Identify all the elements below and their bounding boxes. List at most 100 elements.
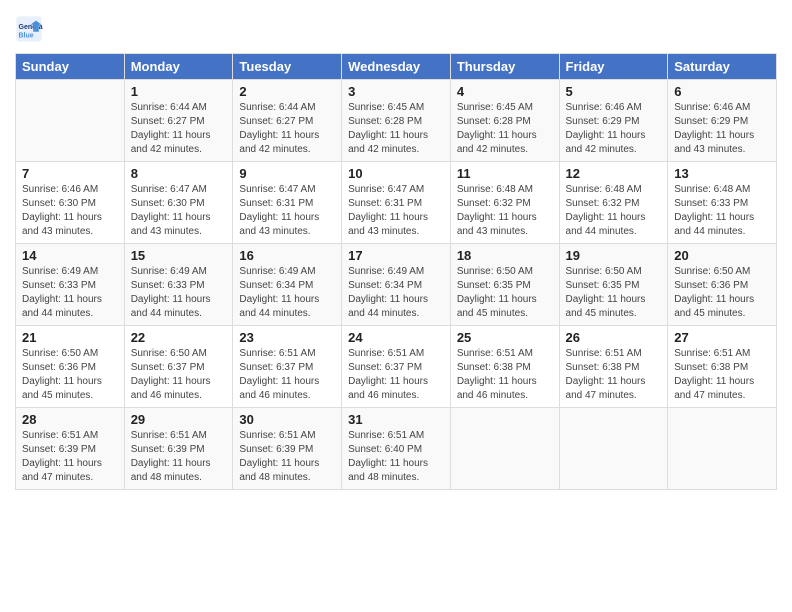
page-container: General Blue SundayMondayTuesdayWednesda…: [0, 0, 792, 500]
day-number: 29: [131, 412, 227, 427]
day-info: Sunrise: 6:51 AM Sunset: 6:40 PM Dayligh…: [348, 429, 444, 485]
calendar-cell: 13Sunrise: 6:48 AM Sunset: 6:33 PM Dayli…: [668, 162, 777, 244]
calendar-cell: 5 Sunrise: 6:46 AM Sunset: 6:29 PM Daylig…: [559, 80, 668, 162]
header: General Blue: [15, 15, 777, 43]
day-info: Sunrise: 6:48 AM Sunset: 6:32 PM Dayligh…: [457, 183, 553, 239]
day-number: 23: [239, 330, 335, 345]
day-header-sunday: Sunday: [16, 54, 125, 80]
day-info: Sunrise: 6:51 AM Sunset: 6:38 PM Dayligh…: [457, 347, 553, 403]
calendar-cell: [450, 408, 559, 490]
calendar-cell: 24 Sunrise: 6:51 AM Sunset: 6:37 PM Dayli…: [342, 326, 451, 408]
calendar-cell: 9Sunrise: 6:47 AM Sunset: 6:31 PM Daylig…: [233, 162, 342, 244]
calendar-cell: 15 Sunrise: 6:49 AM Sunset: 6:33 PM Dayli…: [124, 244, 233, 326]
day-number: 18: [457, 248, 553, 263]
day-info: Sunrise: 6:50 AM Sunset: 6:37 PM Dayligh…: [131, 347, 227, 403]
calendar-cell: 27Sunrise: 6:51 AM Sunset: 6:38 PM Dayli…: [668, 326, 777, 408]
day-header-wednesday: Wednesday: [342, 54, 451, 80]
calendar-cell: 17Sunrise: 6:49 AM Sunset: 6:34 PM Dayli…: [342, 244, 451, 326]
day-number: 19: [566, 248, 662, 263]
day-info: Sunrise: 6:51 AM Sunset: 6:39 PM Dayligh…: [239, 429, 335, 485]
day-number: 11: [457, 166, 553, 181]
calendar-cell: 4 Sunrise: 6:45 AM Sunset: 6:28 PM Daylig…: [450, 80, 559, 162]
calendar-cell: 20 Sunrise: 6:50 AM Sunset: 6:36 PM Dayli…: [668, 244, 777, 326]
day-number: 4: [457, 84, 553, 99]
day-number: 14: [22, 248, 118, 263]
calendar-cell: 23 Sunrise: 6:51 AM Sunset: 6:37 PM Dayli…: [233, 326, 342, 408]
day-info: Sunrise: 6:51 AM Sunset: 6:39 PM Dayligh…: [131, 429, 227, 485]
day-number: 6: [674, 84, 770, 99]
calendar-cell: 10 Sunrise: 6:47 AM Sunset: 6:31 PM Dayli…: [342, 162, 451, 244]
calendar-cell: 11 Sunrise: 6:48 AM Sunset: 6:32 PM Dayli…: [450, 162, 559, 244]
day-number: 20: [674, 248, 770, 263]
day-info: Sunrise: 6:49 AM Sunset: 6:34 PM Dayligh…: [239, 265, 335, 321]
calendar-cell: 6 Sunrise: 6:46 AM Sunset: 6:29 PM Daylig…: [668, 80, 777, 162]
day-number: 25: [457, 330, 553, 345]
day-number: 22: [131, 330, 227, 345]
day-number: 24: [348, 330, 444, 345]
week-row-5: 28 Sunrise: 6:51 AM Sunset: 6:39 PM Dayli…: [16, 408, 777, 490]
day-number: 7: [22, 166, 118, 181]
day-info: Sunrise: 6:46 AM Sunset: 6:29 PM Dayligh…: [674, 101, 770, 157]
day-info: Sunrise: 6:44 AM Sunset: 6:27 PM Dayligh…: [131, 101, 227, 157]
day-info: Sunrise: 6:49 AM Sunset: 6:34 PM Dayligh…: [348, 265, 444, 321]
day-number: 10: [348, 166, 444, 181]
day-info: Sunrise: 6:45 AM Sunset: 6:28 PM Dayligh…: [457, 101, 553, 157]
calendar-cell: 7 Sunrise: 6:46 AM Sunset: 6:30 PM Daylig…: [16, 162, 125, 244]
day-info: Sunrise: 6:47 AM Sunset: 6:31 PM Dayligh…: [348, 183, 444, 239]
day-info: Sunrise: 6:47 AM Sunset: 6:30 PM Dayligh…: [131, 183, 227, 239]
day-info: Sunrise: 6:51 AM Sunset: 6:37 PM Dayligh…: [239, 347, 335, 403]
logo: General Blue: [15, 15, 47, 43]
calendar-cell: [16, 80, 125, 162]
calendar-cell: 12Sunrise: 6:48 AM Sunset: 6:32 PM Dayli…: [559, 162, 668, 244]
calendar-table: SundayMondayTuesdayWednesdayThursdayFrid…: [15, 53, 777, 490]
calendar-cell: 22 Sunrise: 6:50 AM Sunset: 6:37 PM Dayli…: [124, 326, 233, 408]
day-info: Sunrise: 6:48 AM Sunset: 6:32 PM Dayligh…: [566, 183, 662, 239]
week-row-3: 14 Sunrise: 6:49 AM Sunset: 6:33 PM Dayli…: [16, 244, 777, 326]
day-info: Sunrise: 6:47 AM Sunset: 6:31 PM Dayligh…: [239, 183, 335, 239]
day-number: 1: [131, 84, 227, 99]
calendar-cell: 26Sunrise: 6:51 AM Sunset: 6:38 PM Dayli…: [559, 326, 668, 408]
calendar-cell: 30 Sunrise: 6:51 AM Sunset: 6:39 PM Dayli…: [233, 408, 342, 490]
day-number: 8: [131, 166, 227, 181]
svg-text:General: General: [19, 24, 44, 31]
calendar-cell: 19 Sunrise: 6:50 AM Sunset: 6:35 PM Dayli…: [559, 244, 668, 326]
day-header-friday: Friday: [559, 54, 668, 80]
day-info: Sunrise: 6:51 AM Sunset: 6:39 PM Dayligh…: [22, 429, 118, 485]
day-number: 30: [239, 412, 335, 427]
day-number: 16: [239, 248, 335, 263]
day-number: 31: [348, 412, 444, 427]
calendar-cell: [668, 408, 777, 490]
day-header-thursday: Thursday: [450, 54, 559, 80]
day-info: Sunrise: 6:50 AM Sunset: 6:36 PM Dayligh…: [22, 347, 118, 403]
day-info: Sunrise: 6:46 AM Sunset: 6:30 PM Dayligh…: [22, 183, 118, 239]
day-info: Sunrise: 6:48 AM Sunset: 6:33 PM Dayligh…: [674, 183, 770, 239]
day-info: Sunrise: 6:50 AM Sunset: 6:36 PM Dayligh…: [674, 265, 770, 321]
day-header-tuesday: Tuesday: [233, 54, 342, 80]
svg-text:Blue: Blue: [19, 32, 34, 39]
day-info: Sunrise: 6:44 AM Sunset: 6:27 PM Dayligh…: [239, 101, 335, 157]
day-number: 2: [239, 84, 335, 99]
day-info: Sunrise: 6:51 AM Sunset: 6:38 PM Dayligh…: [674, 347, 770, 403]
day-header-monday: Monday: [124, 54, 233, 80]
day-info: Sunrise: 6:50 AM Sunset: 6:35 PM Dayligh…: [566, 265, 662, 321]
logo-icon: General Blue: [15, 15, 43, 43]
calendar-cell: 29 Sunrise: 6:51 AM Sunset: 6:39 PM Dayli…: [124, 408, 233, 490]
day-number: 21: [22, 330, 118, 345]
header-row: SundayMondayTuesdayWednesdayThursdayFrid…: [16, 54, 777, 80]
day-number: 5: [566, 84, 662, 99]
day-info: Sunrise: 6:49 AM Sunset: 6:33 PM Dayligh…: [131, 265, 227, 321]
calendar-cell: 31 Sunrise: 6:51 AM Sunset: 6:40 PM Dayli…: [342, 408, 451, 490]
calendar-cell: 8 Sunrise: 6:47 AM Sunset: 6:30 PM Daylig…: [124, 162, 233, 244]
calendar-cell: 28 Sunrise: 6:51 AM Sunset: 6:39 PM Dayli…: [16, 408, 125, 490]
calendar-cell: 3Sunrise: 6:45 AM Sunset: 6:28 PM Daylig…: [342, 80, 451, 162]
day-number: 3: [348, 84, 444, 99]
day-info: Sunrise: 6:51 AM Sunset: 6:37 PM Dayligh…: [348, 347, 444, 403]
day-number: 15: [131, 248, 227, 263]
calendar-cell: 21 Sunrise: 6:50 AM Sunset: 6:36 PM Dayli…: [16, 326, 125, 408]
day-info: Sunrise: 6:46 AM Sunset: 6:29 PM Dayligh…: [566, 101, 662, 157]
day-number: 28: [22, 412, 118, 427]
calendar-cell: 14Sunrise: 6:49 AM Sunset: 6:33 PM Dayli…: [16, 244, 125, 326]
day-number: 26: [566, 330, 662, 345]
week-row-2: 7 Sunrise: 6:46 AM Sunset: 6:30 PM Daylig…: [16, 162, 777, 244]
calendar-cell: 25 Sunrise: 6:51 AM Sunset: 6:38 PM Dayli…: [450, 326, 559, 408]
